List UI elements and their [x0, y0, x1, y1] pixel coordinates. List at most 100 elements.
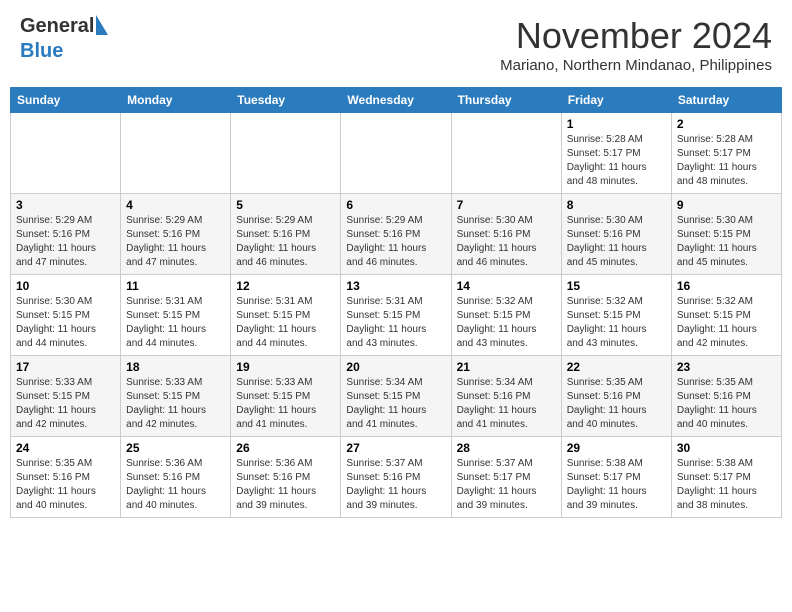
- weekday-header: Friday: [561, 88, 671, 113]
- day-number: 17: [16, 360, 115, 374]
- calendar-week-row: 1Sunrise: 5:28 AMSunset: 5:17 PMDaylight…: [11, 113, 782, 194]
- day-info: Sunrise: 5:32 AMSunset: 5:15 PMDaylight:…: [567, 295, 666, 351]
- calendar-cell: 1Sunrise: 5:28 AMSunset: 5:17 PMDaylight…: [561, 113, 671, 194]
- calendar-cell: 3 Sunrise: 5:29 AMSunset: 5:16 PMDaylight…: [11, 194, 121, 275]
- day-number: 24: [16, 441, 115, 455]
- weekday-header: Saturday: [671, 88, 781, 113]
- day-number: 7: [457, 198, 556, 212]
- calendar-cell: 10Sunrise: 5:30 AMSunset: 5:15 PMDayligh…: [11, 275, 121, 356]
- day-number: 28: [457, 441, 556, 455]
- day-info: Sunrise: 5:30 AMSunset: 5:16 PMDaylight:…: [457, 214, 556, 270]
- day-number: 12: [236, 279, 335, 293]
- calendar-cell: 14 Sunrise: 5:32 AMSunset: 5:15 PMDayligh…: [451, 275, 561, 356]
- weekday-header: Sunday: [11, 88, 121, 113]
- calendar-cell: 23 Sunrise: 5:35 AMSunset: 5:16 PMDayligh…: [671, 356, 781, 437]
- day-info: Sunrise: 5:31 AMSunset: 5:15 PMDaylight:…: [346, 295, 445, 351]
- day-info: Sunrise: 5:33 AMSunset: 5:15 PMDaylight:…: [236, 376, 335, 432]
- logo-general: General: [20, 15, 94, 37]
- calendar-header: SundayMondayTuesdayWednesdayThursdayFrid…: [11, 88, 782, 113]
- calendar-cell: 9 Sunrise: 5:30 AMSunset: 5:15 PMDaylight…: [671, 194, 781, 275]
- calendar-cell: [121, 113, 231, 194]
- calendar-cell: 4Sunrise: 5:29 AMSunset: 5:16 PMDaylight…: [121, 194, 231, 275]
- calendar-cell: 20 Sunrise: 5:34 AMSunset: 5:15 PMDayligh…: [341, 356, 451, 437]
- logo-blue: Blue: [20, 40, 63, 63]
- day-number: 4: [126, 198, 225, 212]
- header-row: SundayMondayTuesdayWednesdayThursdayFrid…: [11, 88, 782, 113]
- calendar-body: 1Sunrise: 5:28 AMSunset: 5:17 PMDaylight…: [11, 113, 782, 518]
- day-number: 19: [236, 360, 335, 374]
- logo-triangle: [96, 15, 108, 35]
- calendar-table: SundayMondayTuesdayWednesdayThursdayFrid…: [10, 87, 782, 518]
- calendar-cell: 13 Sunrise: 5:31 AMSunset: 5:15 PMDayligh…: [341, 275, 451, 356]
- calendar-cell: 30Sunrise: 5:38 AMSunset: 5:17 PMDayligh…: [671, 437, 781, 518]
- day-info: Sunrise: 5:35 AMSunset: 5:16 PMDaylight:…: [567, 376, 666, 432]
- calendar-cell: 28 Sunrise: 5:37 AMSunset: 5:17 PMDayligh…: [451, 437, 561, 518]
- day-number: 23: [677, 360, 776, 374]
- day-info: Sunrise: 5:28 AMSunset: 5:17 PMDaylight:…: [567, 133, 666, 189]
- day-number: 2: [677, 117, 776, 131]
- day-info: Sunrise: 5:34 AMSunset: 5:16 PMDaylight:…: [457, 376, 556, 432]
- day-number: 18: [126, 360, 225, 374]
- day-info: Sunrise: 5:33 AMSunset: 5:15 PMDaylight:…: [16, 376, 115, 432]
- day-number: 6: [346, 198, 445, 212]
- day-number: 29: [567, 441, 666, 455]
- day-info: Sunrise: 5:32 AMSunset: 5:15 PMDaylight:…: [457, 295, 556, 351]
- day-info: Sunrise: 5:36 AMSunset: 5:16 PMDaylight:…: [236, 457, 335, 513]
- calendar-cell: 5 Sunrise: 5:29 AMSunset: 5:16 PMDaylight…: [231, 194, 341, 275]
- day-info: Sunrise: 5:38 AMSunset: 5:17 PMDaylight:…: [677, 457, 776, 513]
- day-number: 9: [677, 198, 776, 212]
- day-info: Sunrise: 5:38 AMSunset: 5:17 PMDaylight:…: [567, 457, 666, 513]
- day-info: Sunrise: 5:31 AMSunset: 5:15 PMDaylight:…: [236, 295, 335, 351]
- calendar-cell: 7 Sunrise: 5:30 AMSunset: 5:16 PMDaylight…: [451, 194, 561, 275]
- calendar-cell: 21 Sunrise: 5:34 AMSunset: 5:16 PMDayligh…: [451, 356, 561, 437]
- calendar-week-row: 3 Sunrise: 5:29 AMSunset: 5:16 PMDaylight…: [11, 194, 782, 275]
- day-number: 21: [457, 360, 556, 374]
- day-number: 5: [236, 198, 335, 212]
- day-number: 3: [16, 198, 115, 212]
- day-number: 8: [567, 198, 666, 212]
- day-info: Sunrise: 5:35 AMSunset: 5:16 PMDaylight:…: [677, 376, 776, 432]
- weekday-header: Thursday: [451, 88, 561, 113]
- day-number: 26: [236, 441, 335, 455]
- weekday-header: Wednesday: [341, 88, 451, 113]
- month-title: November 2024: [500, 15, 772, 57]
- logo: General Blue: [20, 15, 94, 63]
- calendar-cell: 12 Sunrise: 5:31 AMSunset: 5:15 PMDayligh…: [231, 275, 341, 356]
- day-info: Sunrise: 5:29 AMSunset: 5:16 PMDaylight:…: [16, 214, 115, 270]
- day-number: 25: [126, 441, 225, 455]
- day-number: 16: [677, 279, 776, 293]
- calendar-week-row: 10Sunrise: 5:30 AMSunset: 5:15 PMDayligh…: [11, 275, 782, 356]
- weekday-header: Tuesday: [231, 88, 341, 113]
- location-text: Mariano, Northern Mindanao, Philippines: [500, 57, 772, 74]
- day-info: Sunrise: 5:29 AMSunset: 5:16 PMDaylight:…: [236, 214, 335, 270]
- day-info: Sunrise: 5:30 AMSunset: 5:15 PMDaylight:…: [16, 295, 115, 351]
- calendar-cell: 27Sunrise: 5:37 AMSunset: 5:16 PMDayligh…: [341, 437, 451, 518]
- calendar-cell: 2 Sunrise: 5:28 AMSunset: 5:17 PMDaylight…: [671, 113, 781, 194]
- day-info: Sunrise: 5:31 AMSunset: 5:15 PMDaylight:…: [126, 295, 225, 351]
- calendar-cell: [341, 113, 451, 194]
- calendar-cell: 8Sunrise: 5:30 AMSunset: 5:16 PMDaylight…: [561, 194, 671, 275]
- calendar-cell: [11, 113, 121, 194]
- day-info: Sunrise: 5:32 AMSunset: 5:15 PMDaylight:…: [677, 295, 776, 351]
- day-info: Sunrise: 5:33 AMSunset: 5:15 PMDaylight:…: [126, 376, 225, 432]
- day-info: Sunrise: 5:28 AMSunset: 5:17 PMDaylight:…: [677, 133, 776, 189]
- calendar-cell: 11Sunrise: 5:31 AMSunset: 5:15 PMDayligh…: [121, 275, 231, 356]
- day-number: 14: [457, 279, 556, 293]
- calendar-cell: 26 Sunrise: 5:36 AMSunset: 5:16 PMDayligh…: [231, 437, 341, 518]
- day-number: 15: [567, 279, 666, 293]
- calendar-cell: 18 Sunrise: 5:33 AMSunset: 5:15 PMDayligh…: [121, 356, 231, 437]
- day-info: Sunrise: 5:30 AMSunset: 5:15 PMDaylight:…: [677, 214, 776, 270]
- day-info: Sunrise: 5:34 AMSunset: 5:15 PMDaylight:…: [346, 376, 445, 432]
- calendar-cell: 19 Sunrise: 5:33 AMSunset: 5:15 PMDayligh…: [231, 356, 341, 437]
- day-info: Sunrise: 5:35 AMSunset: 5:16 PMDaylight:…: [16, 457, 115, 513]
- calendar-week-row: 17 Sunrise: 5:33 AMSunset: 5:15 PMDayligh…: [11, 356, 782, 437]
- day-number: 20: [346, 360, 445, 374]
- calendar-cell: 15 Sunrise: 5:32 AMSunset: 5:15 PMDayligh…: [561, 275, 671, 356]
- day-number: 22: [567, 360, 666, 374]
- calendar-week-row: 24 Sunrise: 5:35 AMSunset: 5:16 PMDayligh…: [11, 437, 782, 518]
- calendar-cell: [231, 113, 341, 194]
- calendar-cell: 25Sunrise: 5:36 AMSunset: 5:16 PMDayligh…: [121, 437, 231, 518]
- day-number: 13: [346, 279, 445, 293]
- calendar-cell: 29 Sunrise: 5:38 AMSunset: 5:17 PMDayligh…: [561, 437, 671, 518]
- day-info: Sunrise: 5:37 AMSunset: 5:17 PMDaylight:…: [457, 457, 556, 513]
